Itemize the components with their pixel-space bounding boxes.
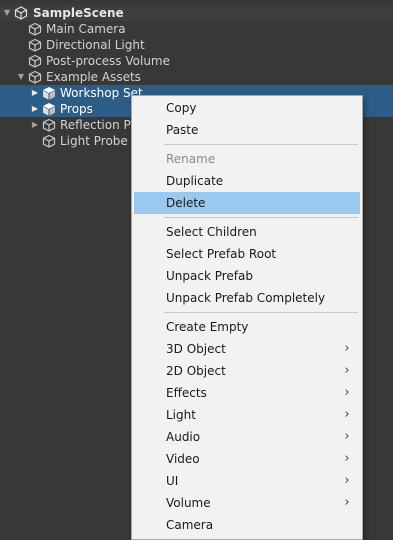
hierarchy-item-main-camera[interactable]: Main Camera [0, 21, 393, 37]
menu-item-ui[interactable]: UI › [134, 470, 360, 492]
gameobject-cube-icon [28, 22, 42, 36]
scene-row[interactable]: ▼ SampleScene [0, 5, 393, 21]
menu-item-audio[interactable]: Audio › [134, 426, 360, 448]
menu-item-select-prefab-root[interactable]: Select Prefab Root [134, 243, 360, 265]
menu-item-effects[interactable]: Effects › [134, 382, 360, 404]
hierarchy-item-label: Props [60, 102, 93, 116]
menu-item-volume[interactable]: Volume › [134, 492, 360, 514]
gameobject-cube-icon [28, 54, 42, 68]
menu-item-3d-object[interactable]: 3D Object › [134, 338, 360, 360]
menu-item-label: Effects [166, 386, 207, 400]
hierarchy-item-label: Light Probe G [60, 134, 141, 148]
foldout-closed-icon[interactable]: ▶ [30, 101, 40, 117]
chevron-right-icon: › [344, 385, 350, 400]
foldout-closed-icon[interactable]: ▶ [30, 117, 40, 133]
gameobject-cube-icon [28, 38, 42, 52]
menu-item-duplicate[interactable]: Duplicate [134, 170, 360, 192]
gameobject-cube-icon [42, 134, 56, 148]
menu-item-label: Video [166, 452, 200, 466]
chevron-right-icon: › [344, 363, 350, 378]
chevron-right-icon: › [344, 407, 350, 422]
hierarchy-item-directional-light[interactable]: Directional Light [0, 37, 393, 53]
menu-item-label: UI [166, 474, 179, 488]
chevron-right-icon: › [344, 451, 350, 466]
gameobject-cube-icon [42, 118, 56, 132]
foldout-open-icon[interactable]: ▼ [2, 5, 12, 21]
unity-scene-icon [14, 6, 28, 20]
menu-item-video[interactable]: Video › [134, 448, 360, 470]
hierarchy-item-label: Directional Light [46, 38, 145, 52]
menu-item-label: Audio [166, 430, 201, 444]
hierarchy-item-label: Post-process Volume [46, 54, 170, 68]
prefab-cube-icon [43, 103, 55, 116]
hierarchy-item-label: Reflection Pr [60, 118, 136, 132]
hierarchy-item-label: Example Assets [46, 70, 141, 84]
prefab-cube-icon [43, 87, 55, 100]
menu-separator [164, 144, 358, 145]
menu-item-delete[interactable]: Delete [134, 192, 360, 214]
menu-item-label: Light [166, 408, 196, 422]
menu-item-select-children[interactable]: Select Children [134, 221, 360, 243]
menu-item-light[interactable]: Light › [134, 404, 360, 426]
menu-item-rename: Rename [166, 152, 216, 166]
menu-item-label: 3D Object [166, 342, 226, 356]
scene-name: SampleScene [33, 6, 124, 20]
menu-item-label: 2D Object [166, 364, 226, 378]
menu-item-2d-object[interactable]: 2D Object › [134, 360, 360, 382]
chevron-right-icon: › [344, 473, 350, 488]
menu-item-create-empty[interactable]: Create Empty [134, 316, 360, 338]
menu-item-unpack-prefab-completely[interactable]: Unpack Prefab Completely [134, 287, 360, 309]
hierarchy-item-label: Main Camera [46, 22, 126, 36]
menu-item-paste[interactable]: Paste [134, 119, 360, 141]
menu-item-unpack-prefab[interactable]: Unpack Prefab [134, 265, 360, 287]
menu-item-camera[interactable]: Camera [134, 514, 360, 536]
menu-separator [164, 217, 358, 218]
context-menu: Copy Paste Rename Duplicate Delete Selec… [131, 95, 363, 540]
menu-separator [164, 312, 358, 313]
menu-item-label: Volume [166, 496, 211, 510]
hierarchy-item-example-assets[interactable]: ▼ Example Assets [0, 69, 393, 85]
gameobject-cube-icon [28, 70, 42, 84]
chevron-right-icon: › [344, 429, 350, 444]
chevron-right-icon: › [344, 495, 350, 510]
chevron-right-icon: › [344, 341, 350, 356]
hierarchy-item-post-process-volume[interactable]: Post-process Volume [0, 53, 393, 69]
foldout-open-icon[interactable]: ▼ [16, 69, 26, 85]
menu-item-copy[interactable]: Copy [134, 97, 360, 119]
foldout-closed-icon[interactable]: ▶ [30, 85, 40, 101]
